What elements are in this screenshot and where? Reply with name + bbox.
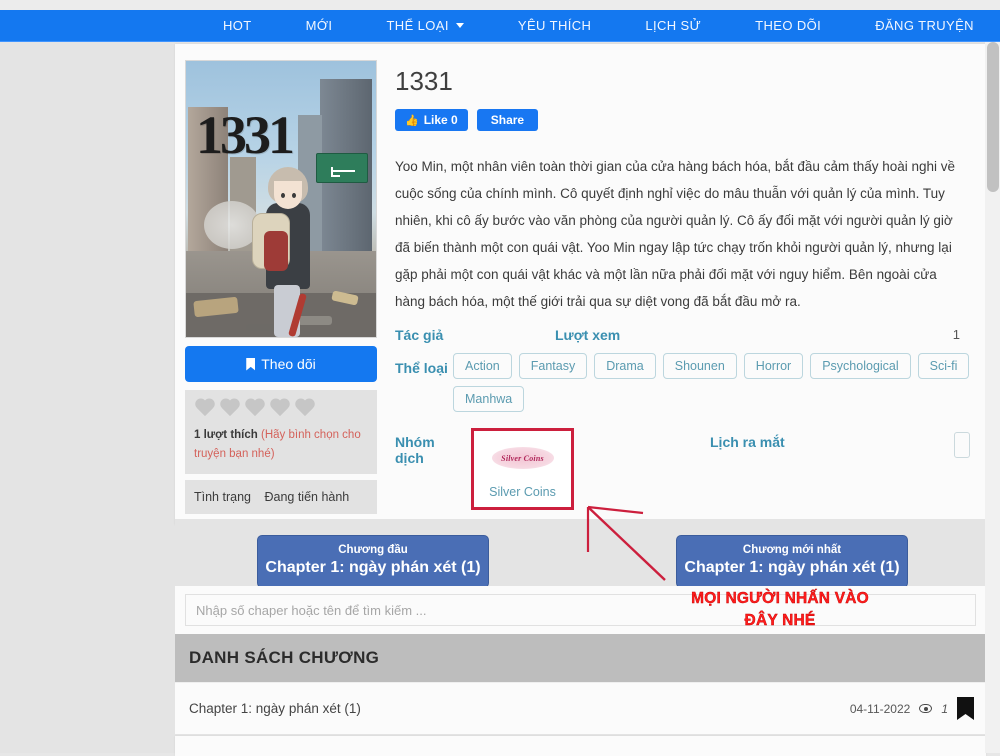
chapter-row-meta: 04-11-2022 1 <box>850 697 974 720</box>
status-label: Tình trạng <box>194 490 251 504</box>
page-title: 1331 <box>395 66 970 97</box>
views-label: Lượt xem <box>555 327 685 343</box>
genre-list: Action Fantasy Drama Shounen Horror Psyc… <box>453 353 970 412</box>
next-section-card <box>175 736 986 756</box>
follow-button[interactable]: Theo dõi <box>185 346 377 382</box>
social-buttons: 👍 Like 0 Share <box>395 109 970 131</box>
nav-item-label: THỂ LOẠI <box>386 18 448 33</box>
heart-icon[interactable] <box>219 399 241 419</box>
first-chapter-title: Chapter 1: ngày phán xét (1) <box>264 559 482 577</box>
views-value: 1 <box>953 327 970 342</box>
first-chapter-caption: Chương đầu <box>264 544 482 556</box>
heart-icon[interactable] <box>194 399 216 419</box>
nav-item-label: YÊU THÍCH <box>518 18 591 33</box>
nav-item-label: LỊCH SỬ <box>645 18 701 33</box>
follow-button-label: Theo dõi <box>261 356 315 372</box>
genre-tag[interactable]: Action <box>453 353 512 379</box>
heart-icon[interactable] <box>294 399 316 419</box>
genre-tag[interactable]: Horror <box>744 353 803 379</box>
silver-coins-logo-text: Silver Coins <box>501 454 544 463</box>
likes-text: 1 lượt thích (Hãy bình chọn cho truyện b… <box>194 426 368 464</box>
heart-rating[interactable] <box>194 399 368 419</box>
chapter-views: 1 <box>941 702 948 716</box>
nav-item-yeu-thich[interactable]: YÊU THÍCH <box>491 18 618 33</box>
schedule-badge <box>954 432 970 458</box>
genre-tag[interactable]: Manhwa <box>453 386 524 412</box>
page-scrollbar[interactable] <box>985 42 1000 753</box>
status-box: Tình trạng Đang tiến hành <box>185 480 377 514</box>
comic-description: Yoo Min, một nhân viên toàn thời gian củ… <box>395 153 970 315</box>
rating-box: 1 lượt thích (Hãy bình chọn cho truyện b… <box>185 390 377 474</box>
page-top-gutter <box>0 0 1000 10</box>
character-backpack-inner <box>264 231 288 271</box>
nav-item-lich-su[interactable]: LỊCH SỬ <box>618 18 728 33</box>
heart-icon[interactable] <box>269 399 291 419</box>
first-chapter-button[interactable]: Chương đầu Chapter 1: ngày phán xét (1) <box>257 535 489 588</box>
main-navbar: HOT MỚI THỂ LOẠI YÊU THÍCH LỊCH SỬ THEO … <box>0 10 1000 42</box>
schedule-label: Lịch ra mắt <box>710 428 785 450</box>
bookmark-icon <box>246 358 255 371</box>
annotation-line-2: ĐÂY NHÉ <box>660 610 900 632</box>
latest-chapter-title: Chapter 1: ngày phán xét (1) <box>683 559 901 577</box>
nav-item-the-loai[interactable]: THỂ LOẠI <box>359 18 490 33</box>
detail-right-column: 1331 👍 Like 0 Share Yoo Min, một nhân vi… <box>379 54 986 524</box>
scrollbar-thumb[interactable] <box>987 42 999 192</box>
eye-icon <box>919 704 932 713</box>
comic-detail-card: 1331 Theo dõi 1 lượt thích (Hãy bình chọ… <box>175 44 986 525</box>
nav-item-moi[interactable]: MỚI <box>279 18 360 33</box>
translation-group-card[interactable]: Silver Coins Silver Coins <box>471 428 574 510</box>
nav-item-label: HOT <box>223 18 252 33</box>
genre-tag[interactable]: Drama <box>594 353 656 379</box>
facebook-share-button[interactable]: Share <box>477 109 538 131</box>
author-views-row: Tác giả Lượt xem 1 <box>395 327 970 343</box>
genre-tag[interactable]: Sci-fi <box>918 353 970 379</box>
nav-items: HOT MỚI THỂ LOẠI YÊU THÍCH LỊCH SỬ THEO … <box>196 18 1000 33</box>
likes-count: 1 lượt thích <box>194 429 258 441</box>
silver-coins-logo-icon: Silver Coins <box>492 447 554 469</box>
nav-item-label: ĐĂNG TRUYỆN <box>875 18 974 33</box>
translation-group-label: Nhóm dịch <box>395 428 453 466</box>
nav-item-dang-truyen[interactable]: ĐĂNG TRUYỆN <box>848 18 1000 33</box>
thumbs-up-icon: 👍 <box>405 114 419 127</box>
author-label: Tác giả <box>395 327 555 343</box>
chapter-date: 04-11-2022 <box>850 702 911 716</box>
annotation-text: MỌI NGƯỜI NHẤN VÀO ĐÂY NHÉ <box>660 588 900 632</box>
heart-icon[interactable] <box>244 399 266 419</box>
facebook-like-button[interactable]: 👍 Like 0 <box>395 109 468 131</box>
facebook-share-label: Share <box>491 113 524 127</box>
genre-tag[interactable]: Psychological <box>810 353 910 379</box>
chevron-down-icon <box>456 23 464 28</box>
genre-label: Thể loại <box>395 353 453 376</box>
character-eye <box>292 193 296 198</box>
translation-group-row: Nhóm dịch Silver Coins Silver Coins Lịch… <box>395 428 970 516</box>
chapter-name[interactable]: Chapter 1: ngày phán xét (1) <box>189 701 361 716</box>
latest-chapter-caption: Chương mới nhất <box>683 544 901 556</box>
character-face <box>274 181 302 209</box>
cover-character <box>250 167 322 337</box>
cover-image[interactable]: 1331 <box>185 60 377 338</box>
detail-left-column: 1331 Theo dõi 1 lượt thích (Hãy bình chọ… <box>175 54 379 524</box>
chapter-list-header: DANH SÁCH CHƯƠNG <box>175 634 986 682</box>
status-value: Đang tiến hành <box>264 490 349 504</box>
nav-item-hot[interactable]: HOT <box>196 18 279 33</box>
nav-item-label: MỚI <box>306 18 333 33</box>
genre-tag[interactable]: Fantasy <box>519 353 587 379</box>
annotation-line-1: MỌI NGƯỜI NHẤN VÀO <box>660 588 900 610</box>
genre-row: Thể loại Action Fantasy Drama Shounen Ho… <box>395 353 970 412</box>
nav-item-theo-doi[interactable]: THEO DÕI <box>728 18 848 33</box>
translation-group-name: Silver Coins <box>480 485 565 499</box>
facebook-like-label: Like 0 <box>424 113 458 127</box>
cover-title-text: 1331 <box>196 107 366 163</box>
table-row[interactable]: Chapter 1: ngày phán xét (1) 04-11-2022 … <box>175 682 986 734</box>
bookmark-icon[interactable] <box>957 697 974 720</box>
latest-chapter-button[interactable]: Chương mới nhất Chapter 1: ngày phán xét… <box>676 535 908 588</box>
character-eye <box>281 193 285 198</box>
comic-detail-container: 1331 Theo dõi 1 lượt thích (Hãy bình chọ… <box>175 44 986 525</box>
nav-item-label: THEO DÕI <box>755 18 821 33</box>
genre-tag[interactable]: Shounen <box>663 353 737 379</box>
